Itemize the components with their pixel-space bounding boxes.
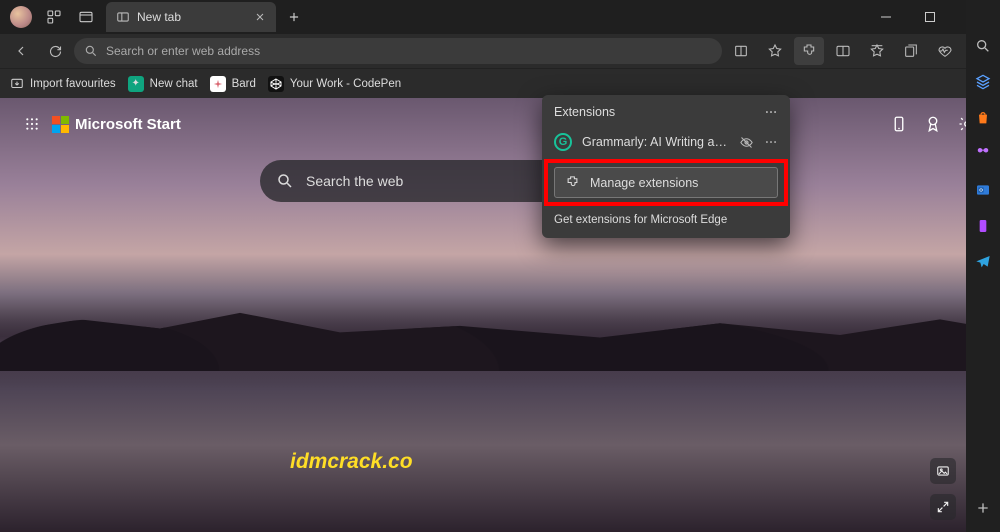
highlight-box: Manage extensions xyxy=(544,159,788,206)
newchat-label: New chat xyxy=(150,78,198,90)
sidebar-add-icon[interactable] xyxy=(973,498,993,518)
manage-extensions-label: Manage extensions xyxy=(590,176,698,190)
svg-text:O: O xyxy=(979,187,983,192)
extensions-more-icon[interactable] xyxy=(764,105,778,119)
browser-tab[interactable]: New tab xyxy=(106,2,276,32)
import-label: Import favourites xyxy=(30,78,116,90)
edge-sidebar: O xyxy=(966,0,1000,532)
bookmark-codepen[interactable]: Your Work - CodePen xyxy=(268,76,401,92)
heart-health-icon[interactable] xyxy=(930,37,960,65)
toolbar: Search or enter web address xyxy=(0,34,1000,68)
extensions-header: Extensions xyxy=(542,105,790,127)
import-icon xyxy=(10,77,24,91)
sidebar-games-icon[interactable] xyxy=(973,144,993,164)
chatgpt-icon: ✦ xyxy=(128,76,144,92)
search-icon xyxy=(84,44,98,58)
rewards-icon[interactable] xyxy=(924,115,942,133)
maximize-button[interactable] xyxy=(908,0,952,34)
newtab-icon xyxy=(116,10,130,24)
sidebar-telegram-icon[interactable] xyxy=(973,252,993,272)
search-icon xyxy=(276,172,294,190)
bookmark-newchat[interactable]: ✦ New chat xyxy=(128,76,198,92)
get-extensions-label: Get extensions for Microsoft Edge xyxy=(554,214,727,226)
tab-actions-icon[interactable] xyxy=(70,1,102,33)
reading-mode-icon[interactable] xyxy=(726,37,756,65)
minimize-button[interactable] xyxy=(864,0,908,34)
split-screen-icon[interactable] xyxy=(828,37,858,65)
extensions-button[interactable] xyxy=(794,37,824,65)
extension-item-grammarly[interactable]: G Grammarly: AI Writing and Gramm… xyxy=(542,127,790,157)
brand-label: Microsoft Start xyxy=(75,116,181,133)
get-extensions-link[interactable]: Get extensions for Microsoft Edge xyxy=(542,208,790,226)
microsoft-logo-icon xyxy=(52,116,69,133)
bard-label: Bard xyxy=(232,78,256,90)
close-tab-icon[interactable] xyxy=(254,11,266,23)
bard-icon xyxy=(210,76,226,92)
sidebar-search-icon[interactable] xyxy=(973,36,993,56)
new-tab-page: Microsoft Start Search the web Extension… xyxy=(0,98,1000,532)
codepen-icon xyxy=(268,76,284,92)
extensions-popup: Extensions G Grammarly: AI Writing and G… xyxy=(542,95,790,238)
workspaces-icon[interactable] xyxy=(38,1,70,33)
sidebar-shopping-icon[interactable] xyxy=(973,108,993,128)
sidebar-tools-icon[interactable] xyxy=(973,72,993,92)
extension-item-more-icon[interactable] xyxy=(764,135,778,149)
start-header: Microsoft Start xyxy=(24,108,976,140)
grammarly-icon: G xyxy=(554,133,572,151)
refresh-button[interactable] xyxy=(40,37,70,65)
watermark-text: idmcrack.co xyxy=(290,450,413,474)
extensions-title: Extensions xyxy=(554,105,615,119)
bookmark-bard[interactable]: Bard xyxy=(210,76,256,92)
titlebar: New tab xyxy=(0,0,1000,34)
favorites-bar: Import favourites ✦ New chat Bard Your W… xyxy=(0,68,1000,98)
extensions-puzzle-icon xyxy=(565,175,580,190)
extension-name: Grammarly: AI Writing and Gramm… xyxy=(582,135,729,149)
sidebar-phone-icon[interactable] xyxy=(973,216,993,236)
favorite-star-icon[interactable] xyxy=(760,37,790,65)
codepen-label: Your Work - CodePen xyxy=(290,78,401,90)
collections-icon[interactable] xyxy=(896,37,926,65)
app-launcher-icon[interactable] xyxy=(24,116,40,132)
visibility-off-icon[interactable] xyxy=(739,135,754,150)
search-placeholder: Search the web xyxy=(306,173,403,189)
edit-background-icon[interactable] xyxy=(930,458,956,484)
mobile-icon[interactable] xyxy=(890,115,908,133)
sidebar-outlook-icon[interactable]: O xyxy=(973,180,993,200)
address-placeholder: Search or enter web address xyxy=(106,44,260,58)
favorites-icon[interactable] xyxy=(862,37,892,65)
page-corner-controls xyxy=(930,458,956,520)
manage-extensions-button[interactable]: Manage extensions xyxy=(554,167,778,198)
tab-title: New tab xyxy=(137,10,247,24)
expand-icon[interactable] xyxy=(930,494,956,520)
new-tab-button[interactable] xyxy=(280,3,308,31)
microsoft-start-brand[interactable]: Microsoft Start xyxy=(52,116,181,133)
background-image xyxy=(0,306,1000,371)
address-bar[interactable]: Search or enter web address xyxy=(74,38,722,64)
back-button[interactable] xyxy=(6,37,36,65)
profile-avatar[interactable] xyxy=(10,6,32,28)
import-favorites-button[interactable]: Import favourites xyxy=(10,77,116,91)
